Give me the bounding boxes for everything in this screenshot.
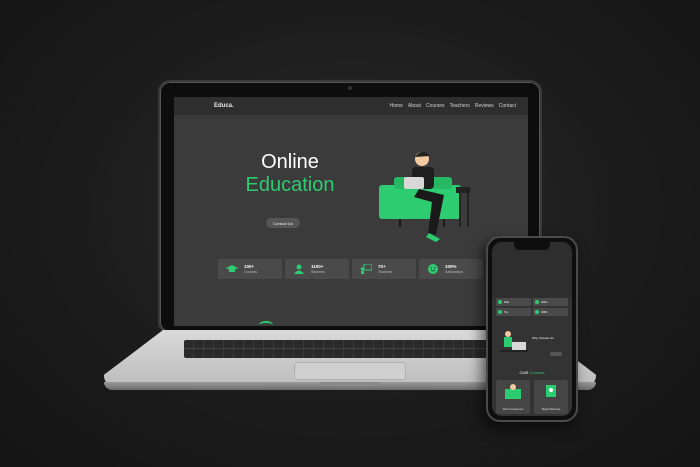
phone-stat-value: 1100+ (541, 300, 548, 304)
contact-us-button[interactable]: Contact Us (266, 218, 300, 228)
course-illustration (546, 385, 556, 397)
stat-satisfaction: 100% Satisfaction (419, 259, 483, 279)
stat-students: 1100+ Students (285, 259, 349, 279)
course-card-label: Digital Marketing (541, 408, 561, 411)
courses-title-word2: Courses (529, 370, 545, 375)
phone-button[interactable] (550, 352, 562, 356)
phone-stat-value: 100% (541, 310, 548, 314)
keyboard (184, 340, 516, 358)
graduation-cap-icon (226, 264, 238, 274)
phone-hero (492, 242, 572, 298)
site-logo[interactable]: Educa. (214, 103, 234, 109)
hero-title-line1: Online (261, 151, 319, 173)
phone-stat: 1100+ (533, 298, 568, 306)
course-card[interactable]: Web Development (496, 380, 530, 414)
courses-title-word1: OUR (519, 370, 529, 375)
stats-row: 100+ Courses 1100+ Students 70+ Teachers… (218, 259, 483, 279)
site-navbar: Educa. Home About Courses Teachers Revie… (174, 97, 528, 115)
phone-notch (514, 242, 550, 250)
stat-label: Students (311, 269, 325, 274)
phone: 100+ 1100+ 70+ 100% Why Choose Us OUR Co… (486, 236, 578, 422)
phone-why-illustration (500, 331, 528, 352)
hero-title-line2: Education (245, 174, 335, 196)
phone-stat-value: 100+ (504, 300, 510, 304)
scroll-indicator (259, 321, 273, 326)
course-card-label: Web Development (502, 408, 524, 411)
hero-title: Online Education (230, 151, 350, 197)
teacher-icon (360, 264, 372, 274)
smile-icon (427, 264, 439, 274)
stat-teachers: 70+ Teachers (352, 259, 416, 279)
phone-stat-value: 70+ (504, 310, 509, 314)
trackpad (294, 362, 406, 380)
nav-link-reviews[interactable]: Reviews (475, 103, 494, 109)
phone-stat: 100% (533, 308, 568, 316)
phone-why-title: Why Choose Us (532, 336, 554, 340)
nav-link-teachers[interactable]: Teachers (450, 103, 470, 109)
graduation-cap-icon (498, 300, 502, 304)
laptop-screen: Educa. Home About Courses Teachers Revie… (174, 97, 528, 326)
camera (348, 86, 352, 90)
hero-illustration (379, 151, 470, 242)
laptop-notch (320, 382, 380, 386)
phone-course-cards: Web Development Digital Marketing (496, 380, 568, 414)
smile-icon (535, 310, 539, 314)
course-illustration (505, 384, 521, 399)
students-icon (293, 264, 305, 274)
stat-label: Satisfaction (445, 269, 464, 274)
students-icon (535, 300, 539, 304)
nav-link-home[interactable]: Home (390, 103, 403, 109)
phone-courses-title: OUR Courses (492, 370, 572, 375)
stat-label: Courses (244, 269, 258, 274)
teacher-icon (498, 310, 502, 314)
course-card[interactable]: Digital Marketing (534, 380, 568, 414)
nav-links: Home About Courses Teachers Reviews Cont… (390, 103, 516, 109)
stat-label: Teachers (378, 269, 393, 274)
nav-link-courses[interactable]: Courses (426, 103, 445, 109)
phone-screen: 100+ 1100+ 70+ 100% Why Choose Us OUR Co… (492, 242, 572, 416)
nav-link-contact[interactable]: Contact (499, 103, 516, 109)
stat-courses: 100+ Courses (218, 259, 282, 279)
laptop-lid: Educa. Home About Courses Teachers Revie… (158, 80, 542, 334)
phone-stats: 100+ 1100+ 70+ 100% (496, 298, 568, 316)
nav-link-about[interactable]: About (408, 103, 421, 109)
phone-stat: 100+ (496, 298, 531, 306)
phone-stat: 70+ (496, 308, 531, 316)
